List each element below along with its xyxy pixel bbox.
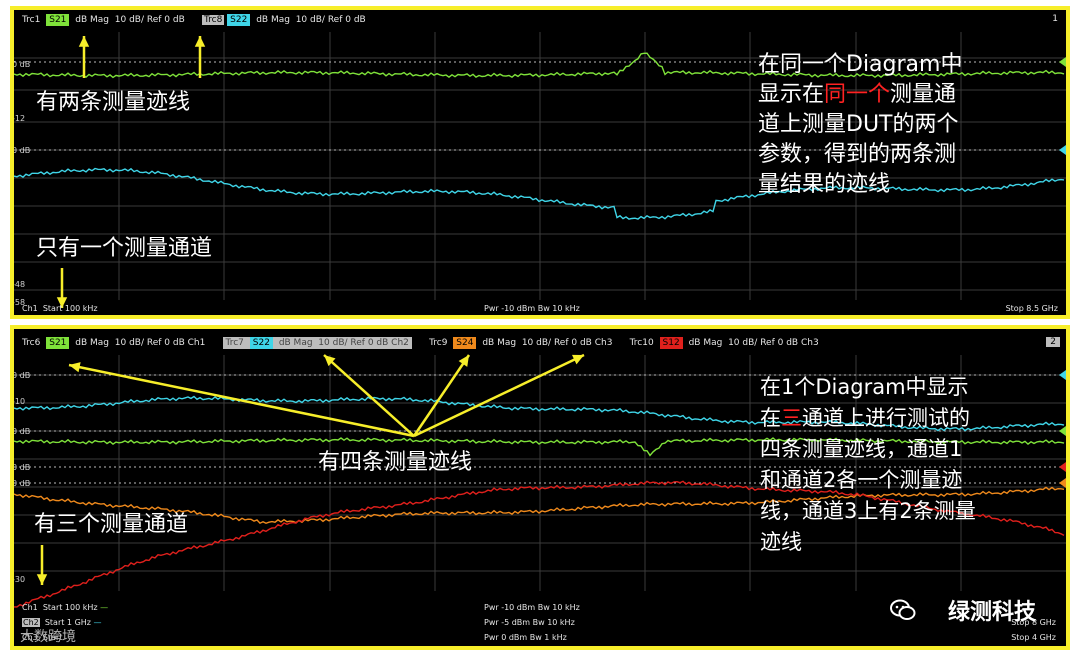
reference-marker xyxy=(1059,145,1066,155)
description-line: 在三通道上进行测试的 xyxy=(760,406,970,430)
annotation-arrow xyxy=(413,353,585,438)
source-watermark: 大数跨境 xyxy=(20,629,76,645)
stop-frequency-footer: Stop 4 GHz xyxy=(1011,633,1056,642)
y-axis-label: 0 dB xyxy=(12,479,31,488)
channel-annotation: 只有一个测量通道 xyxy=(36,236,213,261)
y-axis-label: -10 xyxy=(12,397,26,406)
trace-channel: Ch3 xyxy=(800,338,819,348)
trace-ref: Ref 0 dB xyxy=(327,15,366,25)
trace-name[interactable]: Trc8 xyxy=(201,15,225,25)
annotation-arrowhead xyxy=(69,362,81,373)
annotation-arrowhead xyxy=(36,574,48,585)
wechat-icon xyxy=(890,599,916,620)
trace-name[interactable]: Trc6 xyxy=(22,338,40,348)
trace-scale: 10 dB/ xyxy=(114,15,144,25)
reference-marker xyxy=(1059,370,1066,380)
trace-ref: Ref 0 dB xyxy=(146,15,185,25)
annotation-arrowhead xyxy=(194,36,206,47)
annotation-arrow xyxy=(68,363,415,438)
description-line: 在同一个Diagram中 xyxy=(758,52,963,77)
trace-param-badge[interactable]: S21 xyxy=(46,337,70,349)
traces-annotation: 有四条测量迹线 xyxy=(318,450,473,475)
description-line: 显示在同一个测量通 xyxy=(758,82,957,107)
channel-annotation: 有三个测量通道 xyxy=(34,512,189,537)
power-bandwidth-footer: Pwr 0 dBm Bw 1 kHz xyxy=(484,633,567,642)
channel-footer[interactable]: Ch1 Start 100 kHz xyxy=(22,304,98,313)
y-axis-label: -30 xyxy=(12,575,26,584)
description-annotation: 在1个Diagram中显示 在三通道上进行测试的 四条测量迹线，通道1 和通道2… xyxy=(760,372,976,558)
trace-name[interactable]: Trc9 xyxy=(429,338,447,348)
description-line: 道上测量DUT的两个 xyxy=(758,112,959,137)
trace-param-badge[interactable]: S12 xyxy=(659,337,683,349)
description-line: 量结果的迹线 xyxy=(758,172,891,197)
brand-watermark: 绿测科技 xyxy=(947,600,1036,625)
description-line: 参数，得到的两条测 xyxy=(758,142,957,167)
trace-scale: 10 dB/ xyxy=(728,338,758,348)
trace-channel: Ch3 xyxy=(594,338,613,348)
description-line: 迹线 xyxy=(760,530,802,554)
description-line: 在1个Diagram中显示 xyxy=(760,375,969,399)
channel-footer[interactable]: Ch1 Start 100 kHz — xyxy=(22,603,108,612)
trace-param-badge[interactable]: S22 xyxy=(227,14,251,26)
annotation-arrowhead xyxy=(78,36,90,47)
trace-ref: Ref 0 dB xyxy=(553,338,592,348)
diagram-1[interactable]: Trc1 S21 dB Mag 10 dB/ Ref 0 dB Trc8 S22… xyxy=(10,6,1070,319)
annotation-arrowhead xyxy=(458,355,469,367)
trace-format: dB Mag xyxy=(688,338,723,348)
annotation-arrow xyxy=(323,354,415,437)
trace-scale: 10 dB/ xyxy=(114,338,144,348)
traces-annotation: 有两条测量迹线 xyxy=(36,90,191,115)
trace-format: dB Mag xyxy=(75,15,110,25)
y-axis-label: 0 dB xyxy=(12,60,31,69)
trace-param-badge[interactable]: S24 xyxy=(453,337,477,349)
description-line: 四条测量迹线，通道1 xyxy=(760,437,963,461)
y-axis-label: 0 dB xyxy=(12,371,31,380)
trace-ref: Ref 0 dB xyxy=(350,338,389,348)
diagram-number: 1 xyxy=(1052,14,1058,24)
trace-channel: Ch2 xyxy=(391,338,409,348)
diagram-2[interactable]: Trc6 S21 dB Mag 10 dB/ Ref 0 dB Ch1 Trc7… xyxy=(10,325,1070,650)
trace-format: dB Mag xyxy=(75,338,110,348)
trace-name[interactable]: Trc1 xyxy=(22,15,40,25)
reference-marker xyxy=(1059,462,1066,472)
diagram-1-trace-header: Trc1 S21 dB Mag 10 dB/ Ref 0 dB Trc8 S22… xyxy=(22,14,366,28)
trace-name[interactable]: Trc10 xyxy=(630,338,654,348)
trace-ref: Ref 0 dB xyxy=(146,338,185,348)
trace-scale: 10 dB/ xyxy=(318,338,348,348)
trace-format: dB Mag xyxy=(256,15,290,25)
trace-channel: Ch1 xyxy=(187,338,206,348)
trace-param-badge[interactable]: S21 xyxy=(46,14,70,26)
power-bandwidth-footer: Pwr -10 dBm Bw 10 kHz xyxy=(484,603,580,612)
trace-scale: 10 dB/ xyxy=(295,15,325,25)
trace-name: Trc7 xyxy=(225,338,244,348)
trace-format: dB Mag xyxy=(482,338,517,348)
power-bandwidth-footer: Pwr -5 dBm Bw 10 kHz xyxy=(484,618,575,627)
trace-group-ch2[interactable]: Trc7 S22 dB Mag 10 dB/ Ref 0 dB Ch2 xyxy=(222,337,412,349)
power-bandwidth-footer: Pwr -10 dBm Bw 10 kHz xyxy=(484,304,580,313)
description-line: 线，通道3上有2条测量 xyxy=(760,499,976,523)
reference-marker xyxy=(1059,426,1066,436)
y-axis-label: 0 dB xyxy=(12,463,31,472)
description-annotation: 在同一个Diagram中 显示在同一个测量通 道上测量DUT的两个 参数，得到的… xyxy=(758,50,962,200)
diagram-2-trace-header: Trc6 S21 dB Mag 10 dB/ Ref 0 dB Ch1 Trc7… xyxy=(22,337,819,351)
diagram-number: 2 xyxy=(1046,337,1060,347)
trace-scale: 10 dB/ xyxy=(521,338,552,348)
y-axis-label: 0 dB xyxy=(12,427,31,436)
trace-ref: Ref 0 dB xyxy=(760,338,799,348)
trace-param-badge: S22 xyxy=(249,337,273,349)
trace-format: dB Mag xyxy=(278,338,313,348)
y-axis-label: -48 xyxy=(12,280,26,289)
y-axis-label: -12 xyxy=(12,114,26,123)
stop-frequency-footer: Stop 8.5 GHz xyxy=(1005,304,1058,313)
y-axis-label: 0 dB xyxy=(12,146,31,155)
description-line: 和通道2各一个测量迹 xyxy=(760,468,963,492)
